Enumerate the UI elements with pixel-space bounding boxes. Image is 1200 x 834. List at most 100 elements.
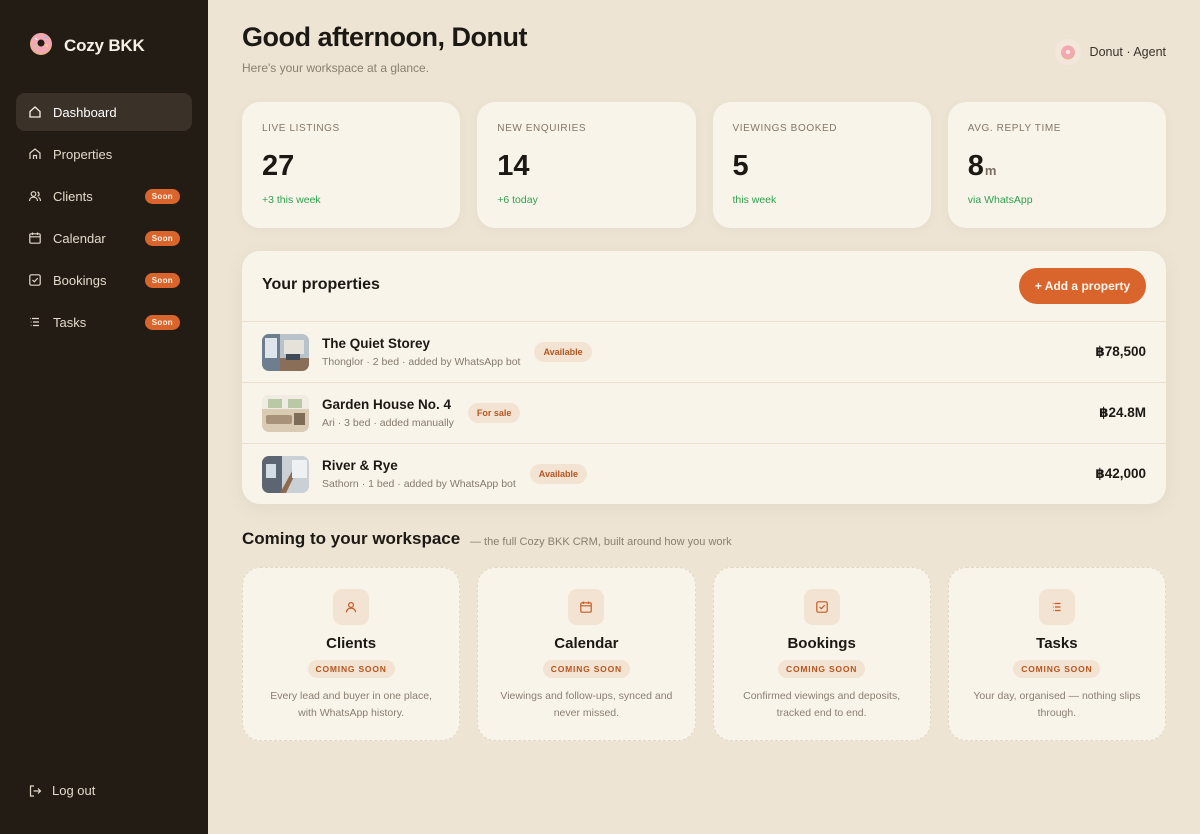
stat-delta: this week bbox=[732, 194, 777, 206]
list-icon bbox=[28, 315, 42, 329]
property-thumbnail bbox=[262, 333, 309, 371]
sidebar-item-label: Bookings bbox=[53, 272, 107, 288]
sidebar-item-properties[interactable]: Properties bbox=[16, 135, 192, 173]
property-row[interactable]: River & Rye Sathorn · 1 bed · added by W… bbox=[242, 443, 1166, 504]
feature-card-clients: Clients COMING SOON Every lead and buyer… bbox=[242, 567, 461, 741]
stat-label: VIEWINGS BOOKED bbox=[732, 123, 838, 134]
property-price: ฿24.8M bbox=[1099, 405, 1146, 420]
soon-badge: Soon bbox=[144, 272, 180, 288]
stat-value: 27 bbox=[262, 150, 295, 182]
add-property-button[interactable]: + Add a property bbox=[1019, 268, 1146, 304]
donut-icon bbox=[1060, 45, 1075, 60]
stat-card-viewings-booked: VIEWINGS BOOKED 5 this week bbox=[712, 102, 931, 228]
property-row[interactable]: The Quiet Storey Thonglor · 2 bed · adde… bbox=[242, 321, 1166, 382]
brand-name: Cozy BKK bbox=[64, 35, 145, 55]
soon-badge: Soon bbox=[144, 314, 180, 330]
sidebar-item-label: Tasks bbox=[53, 314, 87, 330]
sidebar-item-clients[interactable]: Clients Soon bbox=[16, 177, 192, 215]
feature-description: Confirmed viewings and deposits, tracked… bbox=[743, 690, 901, 719]
property-text: The Quiet Storey Thonglor · 2 bed · adde… bbox=[322, 336, 520, 368]
sidebar-item-label: Dashboard bbox=[53, 104, 117, 120]
stats-row: LIVE LISTINGS 27 +3 this week NEW ENQUIR… bbox=[242, 102, 1166, 228]
sidebar-nav: Dashboard Properties Clients Soon Calend… bbox=[16, 93, 192, 345]
sidebar-item-label: Calendar bbox=[53, 230, 106, 246]
property-text: River & Rye Sathorn · 1 bed · added by W… bbox=[322, 458, 516, 490]
feature-name: Clients bbox=[326, 635, 377, 652]
coming-soon-badge: COMING SOON bbox=[1013, 660, 1101, 678]
sidebar-item-calendar[interactable]: Calendar Soon bbox=[16, 219, 192, 257]
sidebar-item-label: Properties bbox=[53, 146, 113, 162]
soon-badge: Soon bbox=[144, 230, 180, 246]
feature-name: Bookings bbox=[787, 635, 856, 652]
stat-card-new-enquiries: NEW ENQUIRIES 14 +6 today bbox=[477, 102, 696, 228]
stat-unit: m bbox=[984, 163, 997, 178]
feature-description: Every lead and buyer in one place, with … bbox=[270, 690, 432, 719]
feature-card-tasks: Tasks COMING SOON Your day, organised — … bbox=[947, 567, 1166, 741]
feature-card-bookings: Bookings COMING SOON Confirmed viewings … bbox=[712, 567, 931, 741]
sidebar-item-tasks[interactable]: Tasks Soon bbox=[16, 303, 192, 341]
properties-panel: Your properties + Add a property The Qui… bbox=[242, 251, 1166, 504]
stat-label: LIVE LISTINGS bbox=[262, 123, 340, 134]
status-badge: Available bbox=[534, 342, 592, 362]
check-square-icon bbox=[28, 273, 42, 287]
stat-value: 8m bbox=[967, 150, 997, 182]
coming-soon-badge: COMING SOON bbox=[307, 660, 395, 678]
stat-card-live-listings: LIVE LISTINGS 27 +3 this week bbox=[242, 102, 461, 228]
calendar-icon bbox=[568, 589, 605, 625]
sidebar-item-dashboard[interactable]: Dashboard bbox=[16, 93, 192, 131]
home-icon bbox=[28, 105, 42, 119]
feature-description: Your day, organised — nothing slips thro… bbox=[973, 690, 1141, 719]
stat-value: 14 bbox=[497, 150, 530, 182]
brand[interactable]: Cozy BKK bbox=[28, 30, 145, 61]
property-name: Garden House No. 4 bbox=[322, 397, 452, 412]
stat-delta: +3 this week bbox=[262, 194, 321, 206]
logout-button[interactable]: Log out bbox=[28, 783, 95, 798]
sidebar: Cozy BKK Dashboard Properties Clients So… bbox=[0, 0, 208, 834]
stat-label: AVG. REPLY TIME bbox=[967, 123, 1062, 134]
property-row[interactable]: Garden House No. 4 Ari · 3 bed · added m… bbox=[242, 382, 1166, 443]
feature-card-calendar: Calendar COMING SOON Viewings and follow… bbox=[477, 567, 696, 741]
property-text: Garden House No. 4 Ari · 3 bed · added m… bbox=[322, 397, 454, 429]
property-meta: Ari · 3 bed · added manually bbox=[322, 417, 454, 429]
check-square-icon bbox=[803, 589, 840, 625]
property-meta: Thonglor · 2 bed · added by WhatsApp bot bbox=[322, 356, 521, 368]
donut-icon bbox=[28, 30, 54, 61]
properties-title: Your properties bbox=[262, 276, 380, 293]
property-name: The Quiet Storey bbox=[322, 336, 431, 351]
user-label: Donut · Agent bbox=[1089, 45, 1166, 59]
page-subtitle: Here's your workspace at a glance. bbox=[242, 61, 430, 75]
feature-name: Tasks bbox=[1036, 635, 1078, 652]
coming-section-title: Coming to your workspace bbox=[242, 529, 461, 548]
stat-label: NEW ENQUIRIES bbox=[497, 123, 587, 134]
logout-icon bbox=[28, 784, 42, 798]
feature-name: Calendar bbox=[554, 635, 619, 652]
feature-description: Viewings and follow-ups, synced and neve… bbox=[500, 690, 673, 719]
avatar bbox=[1054, 39, 1081, 65]
list-icon bbox=[1038, 589, 1075, 625]
status-badge: Available bbox=[529, 464, 587, 484]
status-badge: For sale bbox=[467, 403, 521, 423]
coming-features: Clients COMING SOON Every lead and buyer… bbox=[242, 567, 1166, 741]
sidebar-item-label: Clients bbox=[53, 188, 93, 204]
logout-label: Log out bbox=[52, 783, 96, 798]
user-icon bbox=[333, 589, 370, 625]
user-menu[interactable]: Donut · Agent bbox=[1054, 39, 1166, 65]
users-icon bbox=[28, 189, 42, 203]
sidebar-item-bookings[interactable]: Bookings Soon bbox=[16, 261, 192, 299]
coming-section-subtitle: — the full Cozy BKK CRM, built around ho… bbox=[470, 536, 732, 548]
coming-soon-badge: COMING SOON bbox=[778, 660, 866, 678]
stat-delta: via WhatsApp bbox=[967, 194, 1033, 206]
property-price: ฿78,500 bbox=[1095, 344, 1146, 359]
page-title: Good afternoon, Donut bbox=[242, 22, 527, 52]
property-name: River & Rye bbox=[322, 458, 398, 473]
building-icon bbox=[28, 147, 42, 161]
property-thumbnail bbox=[262, 394, 309, 432]
calendar-icon bbox=[28, 231, 42, 245]
stat-card-avg-reply-time: AVG. REPLY TIME 8m via WhatsApp bbox=[947, 102, 1166, 228]
property-thumbnail bbox=[262, 455, 309, 493]
stat-value: 5 bbox=[732, 150, 749, 182]
stat-delta: +6 today bbox=[497, 194, 538, 206]
property-meta: Sathorn · 1 bed · added by WhatsApp bot bbox=[322, 478, 516, 490]
soon-badge: Soon bbox=[144, 188, 180, 204]
coming-soon-badge: COMING SOON bbox=[542, 660, 630, 678]
